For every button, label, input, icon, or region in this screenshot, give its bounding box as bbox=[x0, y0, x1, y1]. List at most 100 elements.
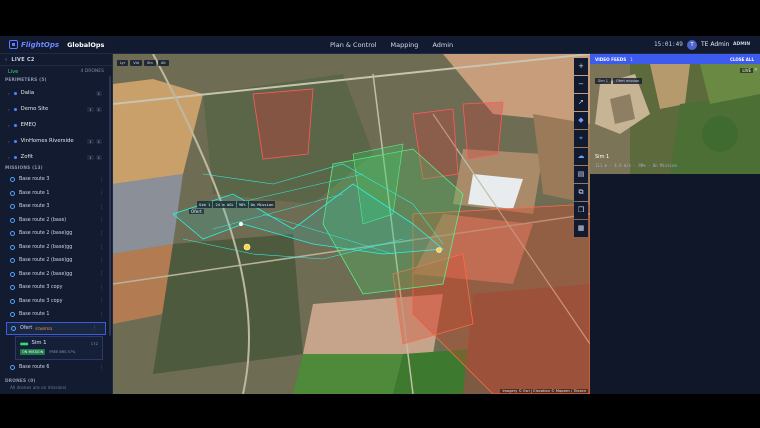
layer-chip[interactable]: Lyr bbox=[117, 60, 129, 66]
feed-tab[interactable]: Sim 1 bbox=[595, 78, 611, 84]
zoom-out-icon[interactable]: − bbox=[574, 76, 588, 93]
mission-item[interactable]: Base route 2 (base)gg ⋮ bbox=[0, 254, 112, 268]
missions-heading: MISSIONS (13) bbox=[5, 166, 43, 171]
brand-logo[interactable]: FlightOps bbox=[9, 40, 59, 49]
layer-chip[interactable]: Stn bbox=[143, 60, 156, 66]
sidebar-scrollbar[interactable] bbox=[109, 76, 111, 336]
perimeter-item[interactable]: › VinHomes Riverside 11 bbox=[0, 133, 112, 149]
map-grid-icon[interactable]: ▦ bbox=[574, 220, 588, 237]
map-layer-chips: Lyr Vid Stn Alt bbox=[117, 60, 169, 66]
more-icon[interactable]: ⋮ bbox=[99, 244, 104, 250]
mission-item[interactable]: Base route 3 ⋮ bbox=[0, 173, 112, 187]
active-mission-item[interactable]: Ofert STARTED ⋮ bbox=[6, 321, 106, 335]
zoom-in-icon[interactable]: + bbox=[574, 58, 588, 75]
mission-item[interactable]: Base route 2 (base)gg ⋮ bbox=[0, 241, 112, 255]
nav-mapping[interactable]: Mapping bbox=[391, 41, 419, 49]
locate-icon[interactable]: ⌖ bbox=[574, 130, 588, 147]
nav-admin[interactable]: Admin bbox=[432, 41, 453, 49]
more-icon[interactable]: ⋮ bbox=[99, 285, 104, 291]
chevron-right-icon[interactable]: › bbox=[8, 91, 10, 96]
route-icon bbox=[10, 258, 15, 264]
layers-icon[interactable]: ▤ bbox=[574, 166, 588, 183]
mission-item[interactable]: Base route 2 (base)gg ⋮ bbox=[0, 227, 112, 241]
more-icon[interactable]: ⋮ bbox=[99, 217, 104, 223]
perimeter-item[interactable]: › Zofit 11 bbox=[0, 149, 112, 165]
route-icon bbox=[10, 298, 15, 304]
video-feeds-title: VIDEO FEEDS bbox=[595, 56, 627, 62]
more-icon[interactable]: ⋮ bbox=[99, 298, 104, 304]
more-icon[interactable]: ⋮ bbox=[92, 325, 97, 331]
compass-icon[interactable]: ➚ bbox=[574, 94, 588, 111]
mission-item[interactable]: Base route 1 ⋮ bbox=[0, 187, 112, 201]
perimeter-dot-icon bbox=[13, 155, 17, 159]
drone-telemetry: FREE BRS 57% bbox=[49, 350, 76, 354]
route-icon bbox=[10, 271, 15, 277]
map-view[interactable]: Lyr Vid Stn Alt Sim 1 24 m AGL 98% On Mi… bbox=[113, 54, 590, 394]
mission-item[interactable]: Base route 3 ⋮ bbox=[0, 200, 112, 214]
drones-count: 4 DRONES bbox=[80, 69, 105, 74]
more-icon[interactable]: ⋮ bbox=[99, 231, 104, 237]
perimeters-heading: PERIMETERS (5) bbox=[5, 78, 47, 83]
mission-name: Base route 3 copy bbox=[19, 298, 63, 304]
route-icon bbox=[10, 312, 15, 318]
perimeter-name: Demo Site bbox=[20, 106, 49, 112]
mission-item[interactable]: Base route 3 copy ⋮ bbox=[0, 295, 112, 309]
terrain-icon[interactable]: ◆ bbox=[574, 112, 588, 129]
route-icon bbox=[10, 204, 15, 210]
perimeter-item[interactable]: › EMEQ bbox=[0, 117, 112, 133]
video-feed[interactable]: Sim 1 Ofert mission LIVE × bbox=[590, 64, 760, 174]
perimeter-name: EMEQ bbox=[20, 122, 37, 128]
more-icon[interactable]: ⋮ bbox=[99, 258, 104, 264]
hud-drone-name: Sim 1 bbox=[197, 201, 213, 208]
cube-icon[interactable]: ❒ bbox=[574, 202, 588, 219]
more-icon[interactable]: ⋮ bbox=[99, 204, 104, 210]
chevron-right-icon[interactable]: › bbox=[8, 155, 10, 160]
more-icon[interactable]: ⋮ bbox=[99, 271, 104, 277]
layer-chip[interactable]: Alt bbox=[157, 60, 169, 66]
mission-name: Base route 2 (base) bbox=[19, 217, 67, 223]
chevron-left-icon[interactable]: ‹ bbox=[5, 57, 7, 63]
route-icon bbox=[10, 177, 15, 183]
app-window: FlightOps GlobalOps Plan & Control Mappi… bbox=[0, 36, 760, 394]
perimeter-dot-icon bbox=[13, 139, 17, 143]
more-icon[interactable]: ⋮ bbox=[99, 365, 104, 371]
more-icon[interactable]: ⋮ bbox=[99, 312, 104, 318]
mission-item[interactable]: Base route 1 ⋮ bbox=[0, 308, 112, 322]
hud-battery: 98% bbox=[236, 201, 248, 208]
mission-item[interactable]: Base route 2 (base) ⋮ bbox=[0, 214, 112, 228]
chevron-right-icon[interactable]: › bbox=[8, 123, 10, 128]
perimeter-item[interactable]: › Demo Site 11 bbox=[0, 101, 112, 117]
chevron-right-icon[interactable]: › bbox=[8, 107, 10, 112]
feed-tab[interactable]: Ofert mission bbox=[612, 78, 643, 84]
sidebar-header[interactable]: ‹ LIVE C2 bbox=[0, 54, 112, 66]
satellite-map[interactable] bbox=[113, 54, 590, 394]
more-icon[interactable]: ⋮ bbox=[99, 190, 104, 196]
perimeter-item[interactable]: › Dalia 1 bbox=[0, 85, 112, 101]
nav-plan-control[interactable]: Plan & Control bbox=[330, 41, 377, 49]
user-name[interactable]: TE Admin bbox=[701, 41, 730, 48]
mission-list: Base route 3 ⋮ Base route 1 ⋮ Base route 3 ⋮ B… bbox=[0, 173, 112, 322]
weather-icon[interactable]: ☁ bbox=[574, 148, 588, 165]
drones-empty-text: All drones are on missions bbox=[10, 385, 67, 391]
mission-item[interactable]: Base route 3 copy ⋮ bbox=[0, 281, 112, 295]
chevron-right-icon[interactable]: › bbox=[8, 139, 10, 144]
feed-drone-name: Sim 1 bbox=[595, 154, 610, 160]
feed-tabs: Sim 1 Ofert mission bbox=[595, 78, 643, 84]
mission-item[interactable]: Base route 6 ⋮ bbox=[0, 361, 112, 375]
org-name[interactable]: GlobalOps bbox=[67, 41, 104, 49]
drone-state-badge: ON MISSION bbox=[20, 349, 46, 355]
stack-icon[interactable]: ⧉ bbox=[574, 184, 588, 201]
mission-name: Base route 2 (base)gg bbox=[19, 231, 73, 237]
hud-mission-name: Ofert bbox=[189, 209, 204, 214]
route-icon bbox=[10, 190, 15, 196]
mission-item[interactable]: Base route 2 (base)gg ⋮ bbox=[0, 268, 112, 282]
close-all-button[interactable]: CLOSE ALL bbox=[730, 57, 754, 62]
avatar[interactable]: T bbox=[687, 40, 697, 50]
layer-chip[interactable]: Vid bbox=[130, 60, 142, 66]
video-feeds-panel: VIDEO FEEDS 1 CLOSE ALL Sim 1 Ofert miss… bbox=[590, 54, 760, 394]
perimeter-badge: 1 bbox=[95, 138, 102, 144]
drone-card[interactable]: ●●● Sim 1 172 ON MISSION FREE BRS 57% bbox=[15, 336, 103, 360]
more-icon[interactable]: ⋮ bbox=[99, 177, 104, 183]
route-icon bbox=[10, 244, 15, 250]
close-icon[interactable]: × bbox=[754, 67, 758, 73]
